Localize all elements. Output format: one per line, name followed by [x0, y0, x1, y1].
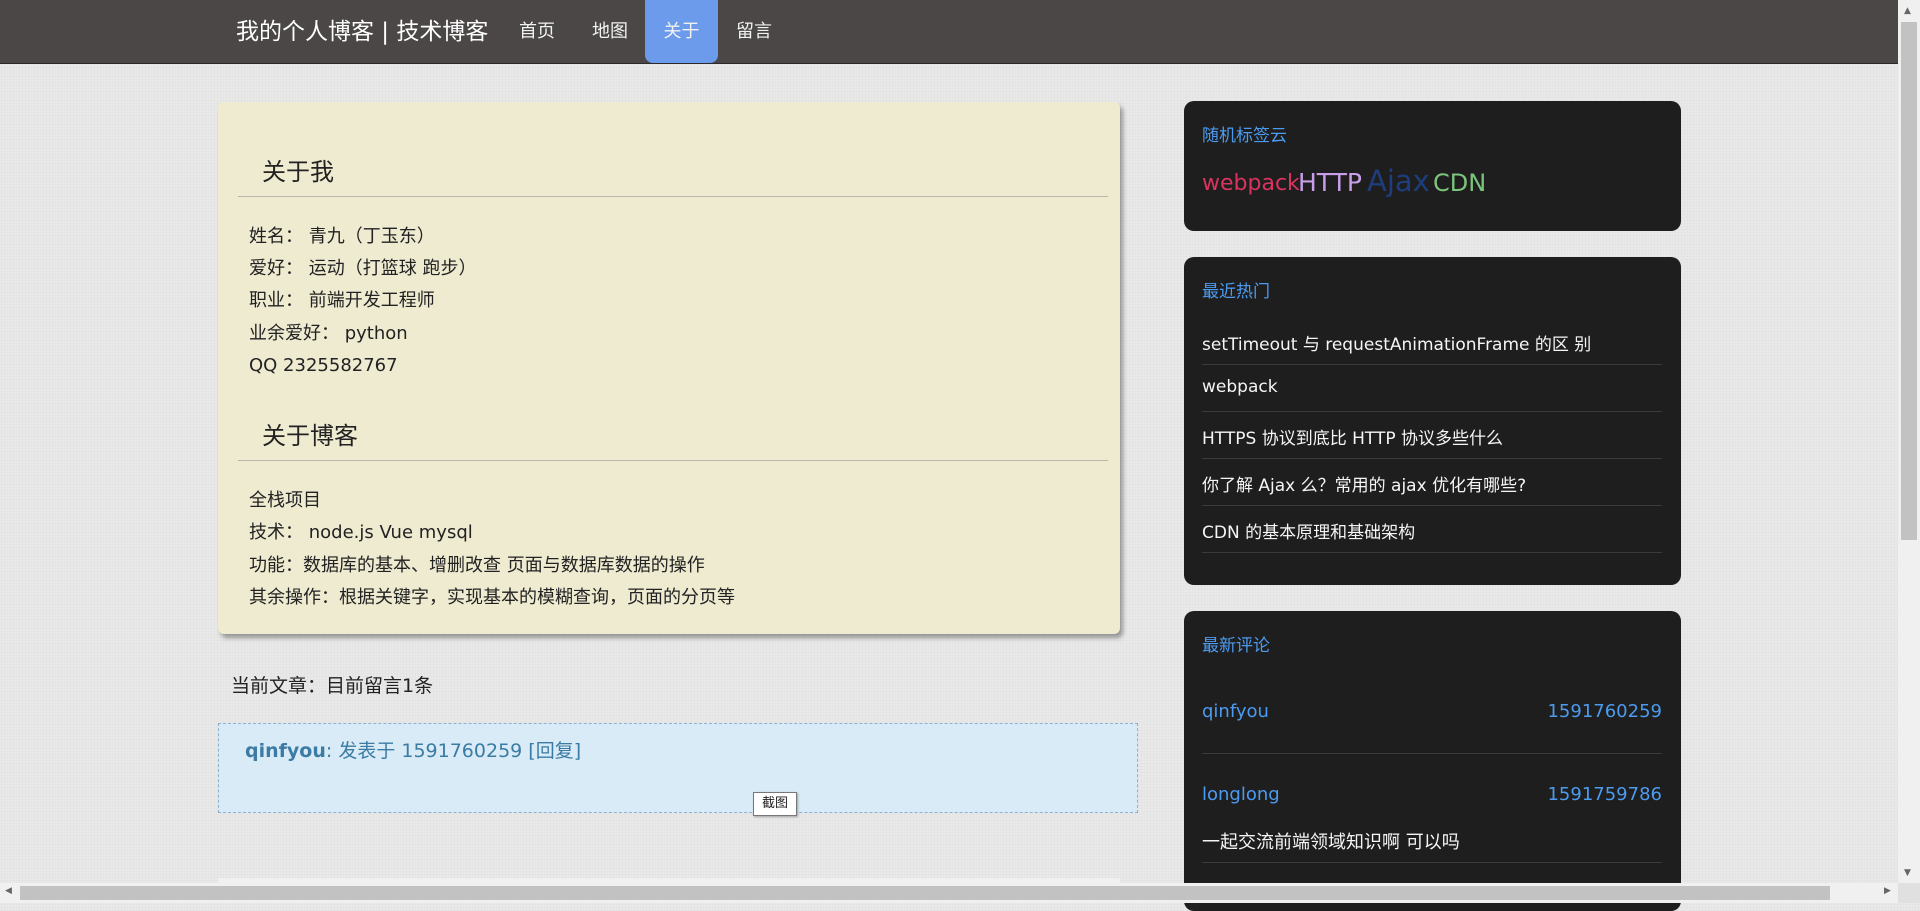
about-me-hobby: 爱好： 运动（打篮球 跑步）	[249, 258, 477, 279]
horizontal-scroll-thumb[interactable]	[20, 886, 1830, 900]
site-brand[interactable]: 我的个人博客 | 技术博客	[236, 0, 488, 63]
hot-posts-title: 最近热门	[1202, 282, 1270, 302]
tag-cdn[interactable]: CDN	[1433, 169, 1486, 197]
vertical-scrollbar[interactable]: ▲ ▼	[1898, 0, 1920, 883]
comment-count: 当前文章：目前留言1条	[231, 675, 434, 697]
hot-posts-card: 最近热门 setTimeout 与 requestAnimationFrame …	[1184, 257, 1681, 585]
nav-item-about[interactable]: 关于	[645, 0, 718, 63]
hot-post-link[interactable]: webpack	[1202, 377, 1662, 397]
divider	[1202, 753, 1662, 754]
tag-webpack[interactable]: webpack	[1202, 171, 1300, 196]
nav-item-map[interactable]: 地图	[578, 0, 642, 63]
latest-comment-text: 一起交流前端领域知识啊 可以吗	[1202, 832, 1460, 853]
nav-item-home[interactable]: 首页	[505, 0, 569, 63]
divider	[1202, 552, 1662, 553]
hot-post-link[interactable]: HTTPS 协议到底比 HTTP 协议多些什么	[1202, 424, 1662, 449]
latest-comment-time: 1591759786	[1547, 784, 1662, 805]
up-arrow-icon[interactable]: ▲	[1904, 6, 1911, 16]
about-card: 关于我 姓名： 青九（丁玉东） 爱好： 运动（打篮球 跑步） 职业： 前端开发工…	[218, 102, 1120, 634]
about-blog-project: 全栈项目	[249, 490, 321, 511]
tag-http[interactable]: HTTP	[1298, 168, 1362, 197]
down-arrow-icon[interactable]: ▼	[1904, 868, 1911, 878]
divider	[238, 196, 1108, 197]
hot-post-link[interactable]: CDN 的基本原理和基础架构	[1202, 518, 1662, 543]
divider	[238, 460, 1108, 461]
about-blog-features: 功能：数据库的基本、增删改查 页面与数据库数据的操作	[249, 555, 705, 576]
tag-cloud-title: 随机标签云	[1202, 126, 1287, 146]
comment-line: qinfyou: 发表于 1591760259 [回复]	[245, 736, 581, 763]
divider	[1202, 411, 1662, 412]
comment-meta-reply-link[interactable]: : 发表于 1591760259 [回复]	[326, 740, 581, 762]
tag-ajax[interactable]: Ajax	[1367, 164, 1430, 198]
tag-cloud-card: 随机标签云 webpack HTTP Ajax CDN	[1184, 101, 1681, 231]
divider	[1202, 505, 1662, 506]
about-me-qq: QQ 2325582767	[249, 355, 398, 376]
divider	[1202, 458, 1662, 459]
horizontal-scrollbar[interactable]: ◀ ▶	[0, 883, 1898, 903]
latest-comment-time: 1591760259	[1547, 701, 1662, 722]
about-me-heading: 关于我	[262, 158, 334, 186]
hot-post-link[interactable]: setTimeout 与 requestAnimationFrame 的区 别	[1202, 330, 1662, 355]
about-me-spare-hobby: 业余爱好： python	[249, 323, 408, 344]
comment-author[interactable]: qinfyou	[245, 740, 326, 762]
vertical-scroll-thumb[interactable]	[1901, 22, 1917, 540]
about-blog-heading: 关于博客	[262, 422, 358, 450]
divider	[1202, 364, 1662, 365]
about-me-job: 职业： 前端开发工程师	[249, 290, 435, 311]
scrollbar-corner	[1898, 883, 1920, 903]
nav-item-message[interactable]: 留言	[722, 0, 786, 63]
about-blog-other: 其余操作：根据关键字，实现基本的模糊查询，页面的分页等	[249, 587, 735, 608]
latest-comments-card: 最新评论 qinfyou 1591760259 longlong 1591759…	[1184, 611, 1681, 911]
about-me-name: 姓名： 青九（丁玉东）	[249, 226, 435, 247]
comment-item: qinfyou: 发表于 1591760259 [回复]	[218, 723, 1138, 813]
right-arrow-icon[interactable]: ▶	[1884, 886, 1891, 896]
left-arrow-icon[interactable]: ◀	[5, 886, 12, 896]
about-blog-tech: 技术： node.js Vue mysql	[249, 522, 473, 543]
latest-comments-title: 最新评论	[1202, 636, 1270, 656]
latest-comment-author[interactable]: qinfyou	[1202, 701, 1269, 722]
hot-post-link[interactable]: 你了解 Ajax 么？常用的 ajax 优化有哪些?	[1202, 471, 1662, 496]
latest-comment-author[interactable]: longlong	[1202, 784, 1280, 805]
screenshot-tooltip: 截图	[753, 792, 797, 816]
top-navbar: 我的个人博客 | 技术博客 首页 地图 关于 留言	[0, 0, 1898, 64]
divider	[1202, 862, 1662, 863]
